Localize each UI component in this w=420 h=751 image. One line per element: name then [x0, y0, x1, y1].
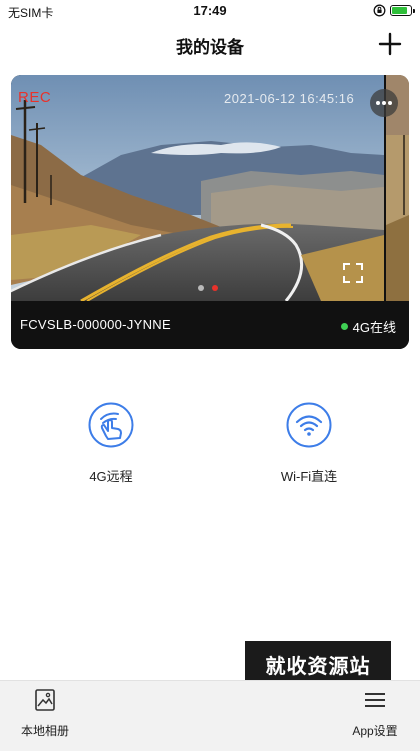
more-dot [382, 101, 386, 105]
nav-label-album: 本地相册 [20, 724, 69, 738]
nav-label-settings: App设置 [352, 724, 398, 738]
album-icon [35, 689, 55, 711]
remote-4g-label: 4G远程 [89, 469, 133, 484]
device-info-bar: FCVSLB-000000-JYNNE 4G在线 [11, 301, 409, 349]
page-title: 我的设备 [176, 38, 244, 57]
more-dot [376, 101, 380, 105]
orientation-lock-icon [373, 4, 386, 17]
wifi-icon [286, 402, 332, 448]
header: 我的设备 [0, 24, 420, 64]
status-indicators [373, 4, 415, 17]
remote-tap-icon [88, 402, 134, 448]
device-name: FCVSLB-000000-JYNNE [20, 317, 171, 332]
battery-icon [390, 5, 415, 16]
status-bar: 无SIM卡 17:49 [0, 0, 420, 22]
online-status-label: 4G在线 [352, 320, 396, 335]
carousel-dot[interactable] [212, 285, 218, 291]
status-time: 17:49 [193, 3, 227, 18]
nav-item-album[interactable]: 本地相册 [0, 687, 90, 739]
wifi-direct-button[interactable]: Wi-Fi直连 [254, 402, 364, 485]
plus-icon[interactable] [374, 28, 406, 60]
wifi-direct-label: Wi-Fi直连 [280, 469, 338, 484]
nav-item-settings[interactable]: App设置 [330, 687, 420, 739]
more-dot [388, 101, 392, 105]
device-card[interactable]: REC 2021-06-12 16:45:16 FCVSLB-000000-JY… [11, 75, 409, 349]
carousel-indicator [198, 285, 218, 291]
road-snapshot-image [11, 75, 384, 301]
bottom-nav: 本地相册 App设置 [0, 680, 420, 751]
rec-indicator: REC [18, 89, 52, 106]
more-options-button[interactable] [370, 89, 398, 117]
menu-icon [365, 693, 385, 707]
online-dot [340, 323, 348, 330]
online-status: 4G在线 [340, 317, 396, 336]
snapshot-carousel[interactable]: REC 2021-06-12 16:45:16 [11, 75, 409, 301]
snapshot-timestamp: 2021-06-12 16:45:16 [224, 91, 355, 106]
fullscreen-icon[interactable] [341, 261, 365, 285]
remote-4g-button[interactable]: 4G远程 [56, 402, 166, 485]
carousel-dot[interactable] [198, 285, 204, 291]
